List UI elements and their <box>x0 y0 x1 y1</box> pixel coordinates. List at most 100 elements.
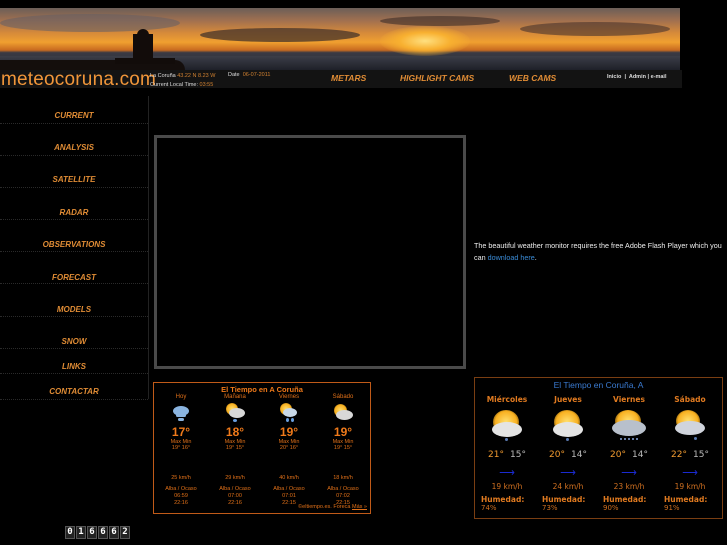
forecast-day: Miércoles 21° 15° ⟶ 19 km/h Humedad: 74% <box>477 395 537 512</box>
forecast-day: Hoy 17° Max Min 19° 16° 25 km/h Alba / O… <box>154 394 208 507</box>
wind-speed: 18 km/h <box>333 475 353 481</box>
credit-text: ©eltiempo.es. Foreca <box>298 504 353 510</box>
link-admin[interactable]: Admin <box>629 74 646 80</box>
sidebar-item-label: SNOW <box>61 337 87 346</box>
temp-range: 21° 15° <box>477 450 537 460</box>
location-coords: 43.22 N 8.23 W <box>177 73 216 79</box>
wind-direction-icon: ⟶ <box>621 467 637 479</box>
weather-widget-eltiempo: El Tiempo en A Coruña Hoy 17° Max Min 19… <box>153 382 371 514</box>
widget-title[interactable]: El Tiempo en Coruña, A <box>475 380 722 390</box>
location-label: La Coruña <box>150 73 176 79</box>
separator: | <box>624 74 626 80</box>
banner-cloud <box>200 28 360 42</box>
sun-cloud-rain-icon <box>609 410 649 444</box>
sidebar-item-current[interactable]: CURRENT <box>0 96 148 124</box>
humidity-label: Humedad: <box>542 495 586 504</box>
day-name: Sábado <box>674 395 706 404</box>
more-link[interactable]: Más » <box>352 504 367 510</box>
forecast-day: Viernes 20° 14° ⟶ 23 km/h Humedad: 90% <box>599 395 659 512</box>
wind-speed: 19 km/h <box>491 482 523 491</box>
banner-lighthouse <box>133 34 153 62</box>
min-temp: 14° <box>632 450 648 460</box>
day-name: Mañana <box>224 394 246 400</box>
day-name: Sábado <box>332 394 354 400</box>
forecast-day: Jueves 20° 14° ⟶ 24 km/h Humedad: 73% <box>538 395 598 512</box>
banner-lighthouse-top <box>137 29 149 36</box>
sidebar-item-label: FORECAST <box>52 273 96 282</box>
forecast-day: Viernes 19° Max Min 20° 16° 40 km/h Alba… <box>262 394 316 507</box>
sun-cloud-rain-icon <box>278 403 300 423</box>
visitor-counter: 0 1 6 6 6 2 <box>65 526 130 539</box>
day-name: Viernes <box>278 394 300 400</box>
humidity-value: 90% <box>603 504 619 512</box>
counter-digit: 6 <box>87 526 97 539</box>
max-temp: 21° <box>488 450 504 460</box>
max-min-values: 20° 16° <box>279 445 299 451</box>
sidebar-item-links[interactable]: LINKS <box>0 349 148 374</box>
sidebar-item-label: OBSERVATIONS <box>42 240 106 249</box>
sidebar-item-models[interactable]: MODELS <box>0 284 148 317</box>
sidebar-item-observations[interactable]: OBSERVATIONS <box>0 220 148 252</box>
date-info: Date 06-07-2011 <box>228 72 270 78</box>
max-temp: 20° <box>549 450 565 460</box>
sidebar-item-analysis[interactable]: ANALYSIS <box>0 124 148 156</box>
day-name: Jueves <box>554 395 582 404</box>
wind-speed: 19 km/h <box>674 482 706 491</box>
sidebar-item-label: CURRENT <box>54 111 94 120</box>
nav-web-cams[interactable]: WEB CAMS <box>509 73 556 83</box>
wind-direction-icon: ⟶ <box>560 467 576 479</box>
link-inicio[interactable]: Inicio <box>607 74 621 80</box>
nav-metars[interactable]: METARS <box>331 73 366 83</box>
max-temp: 20° <box>610 450 626 460</box>
sidebar-item-contactar[interactable]: CONTACTAR <box>0 374 148 400</box>
sidebar-item-label: RADAR <box>59 208 89 217</box>
humidity-label: Humedad: <box>481 495 525 504</box>
current-temp: 17° <box>171 425 191 439</box>
counter-digit: 2 <box>120 526 130 539</box>
link-email[interactable]: e-mail <box>651 74 667 80</box>
temp-range: 22° 15° <box>660 450 720 460</box>
max-min-values: 19° 15° <box>333 445 353 451</box>
min-temp: 15° <box>693 450 709 460</box>
nav-highlight-cams[interactable]: HIGHLIGHT CAMS <box>400 73 474 83</box>
humidity-label: Humedad: <box>664 495 708 504</box>
widget-title: El Tiempo en A Coruña <box>221 385 303 394</box>
flash-weather-monitor[interactable] <box>154 135 466 369</box>
wind-speed: 23 km/h <box>613 482 645 491</box>
sidebar-item-label: ANALYSIS <box>54 143 94 152</box>
banner-cloud <box>0 14 180 32</box>
humidity-value: 91% <box>664 504 680 512</box>
sunrise-sunset: Alba / Ocaso 07:00 22:16 <box>219 486 251 506</box>
min-temp: 15° <box>510 450 526 460</box>
banner-sun <box>380 26 470 56</box>
wind-speed: 24 km/h <box>552 482 584 491</box>
widget-footer: ©eltiempo.es. Foreca Más » <box>298 504 367 510</box>
local-time-label: Current Local Time: <box>150 82 198 88</box>
weather-widget-coruna: El Tiempo en Coruña, A Miércoles 21° 15° … <box>474 377 723 519</box>
wind-speed: 25 km/h <box>171 475 191 481</box>
wind-speed: 40 km/h <box>279 475 299 481</box>
site-logo[interactable]: meteocoruna.com <box>1 69 156 91</box>
forecast-day: Sábado 22° 15° ⟶ 19 km/h Humedad: 91% <box>660 395 720 512</box>
sun-cloud-drizzle-icon <box>548 410 588 444</box>
location-info: La Coruña 43.22 N 8.23 W Current Local T… <box>150 72 215 90</box>
sidebar-item-snow[interactable]: SNOW <box>0 317 148 349</box>
current-temp: 19° <box>333 425 353 439</box>
max-min-values: 19° 16° <box>171 445 191 451</box>
wind-speed: 29 km/h <box>225 475 245 481</box>
sidebar-item-satellite[interactable]: SATELLITE <box>0 156 148 188</box>
wind-direction-icon: ⟶ <box>499 467 515 479</box>
sun-cloud-drizzle-icon <box>670 410 710 444</box>
sun-cloud-rain-icon <box>224 403 246 423</box>
sidebar-item-radar[interactable]: RADAR <box>0 188 148 220</box>
sun-cloud-drizzle-icon <box>487 410 527 444</box>
temp-range: 20° 14° <box>599 450 659 460</box>
date-value: 06-07-2011 <box>242 72 271 78</box>
sidebar-nav: CURRENT ANALYSIS SATELLITE RADAR OBSERVA… <box>0 96 149 400</box>
forecast-day: Sábado 19° Max Min 19° 15° 18 km/h Alba … <box>316 394 370 507</box>
sidebar-item-label: SATELLITE <box>52 175 96 184</box>
humidity-label: Humedad: <box>603 495 647 504</box>
sidebar-item-forecast[interactable]: FORECAST <box>0 252 148 284</box>
humidity-value: 73% <box>542 504 558 512</box>
download-flash-link[interactable]: download here <box>488 253 535 262</box>
